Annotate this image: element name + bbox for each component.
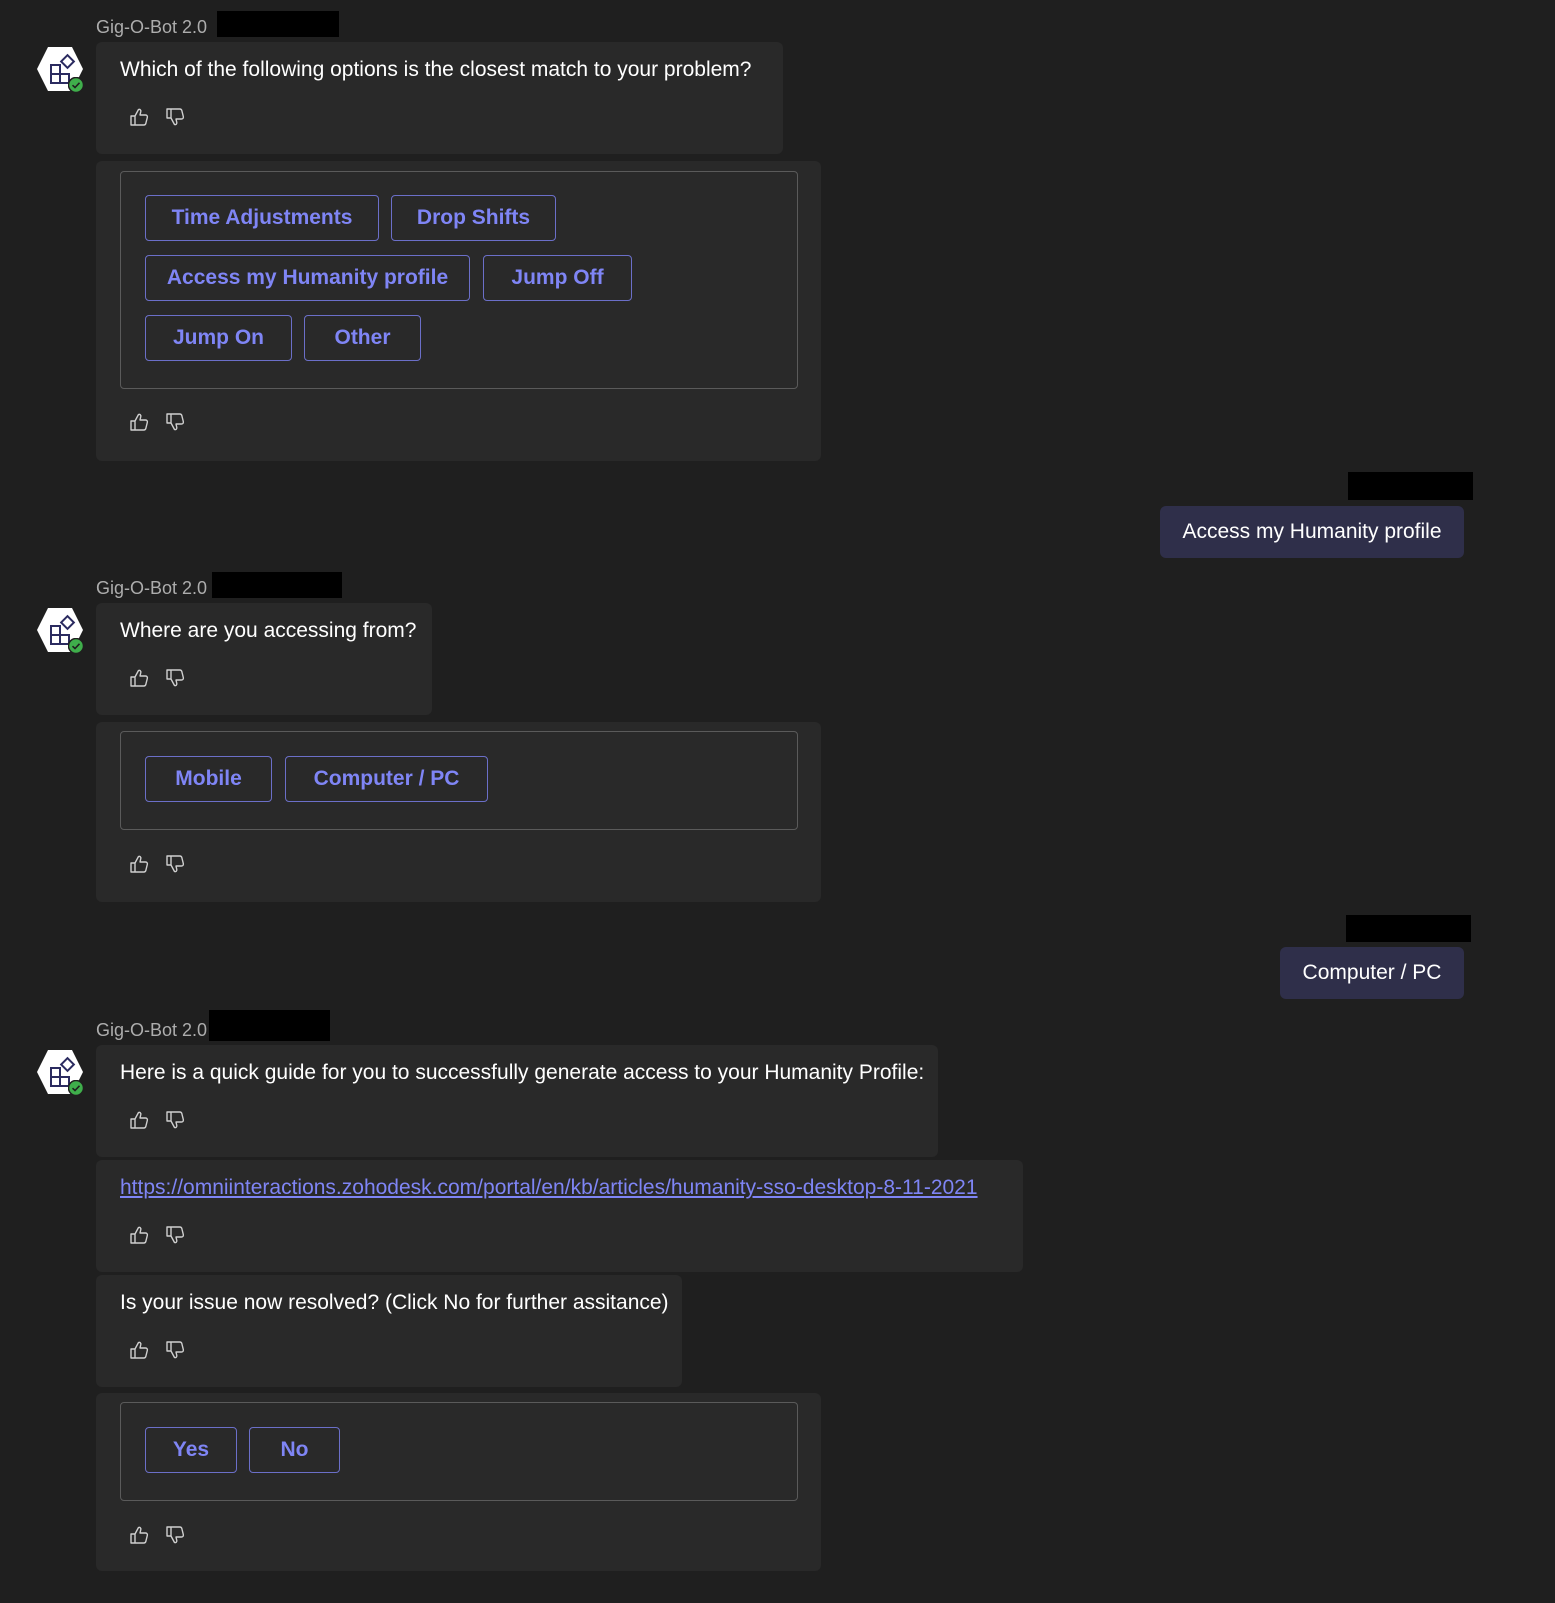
thumbs-down-icon[interactable]: [164, 1224, 186, 1246]
message-reactions: [128, 667, 186, 689]
thumbs-up-icon[interactable]: [128, 1224, 150, 1246]
thumbs-up-icon[interactable]: [128, 853, 150, 875]
message-text: Here is a quick guide for you to success…: [120, 1061, 925, 1084]
option-mobile[interactable]: Mobile: [145, 756, 272, 802]
bot-avatar[interactable]: [36, 606, 84, 654]
presence-available-icon: [68, 1080, 84, 1096]
option-computer-pc[interactable]: Computer / PC: [285, 756, 488, 802]
option-jump-off[interactable]: Jump Off: [483, 255, 632, 301]
thumbs-up-icon[interactable]: [128, 667, 150, 689]
thumbs-up-icon[interactable]: [128, 1109, 150, 1131]
card-reactions: [128, 411, 186, 433]
adaptive-card: Time Adjustments Drop Shifts Access my H…: [96, 161, 821, 461]
option-time-adjustments[interactable]: Time Adjustments: [145, 195, 379, 241]
user-message: Access my Humanity profile: [1160, 506, 1464, 558]
thumbs-down-icon[interactable]: [164, 1339, 186, 1361]
thumbs-down-icon[interactable]: [164, 1524, 186, 1546]
presence-available-icon: [68, 77, 84, 93]
bot-message: Which of the following options is the cl…: [96, 42, 783, 154]
message-text: Where are you accessing from?: [120, 619, 417, 642]
message-text: Is your issue now resolved? (Click No fo…: [120, 1291, 669, 1314]
bot-avatar[interactable]: [36, 1048, 84, 1096]
thumbs-down-icon[interactable]: [164, 106, 186, 128]
message-reactions: [128, 106, 186, 128]
bot-avatar[interactable]: [36, 45, 84, 93]
redacted-timestamp: [209, 1010, 330, 1041]
presence-available-icon: [68, 638, 84, 654]
message-text: Which of the following options is the cl…: [120, 58, 752, 81]
card-reactions: [128, 1524, 186, 1546]
message-reactions: [128, 1224, 186, 1246]
bot-message: Here is a quick guide for you to success…: [96, 1045, 938, 1157]
card-reactions: [128, 853, 186, 875]
option-drop-shifts[interactable]: Drop Shifts: [391, 195, 556, 241]
thumbs-down-icon[interactable]: [164, 411, 186, 433]
thumbs-up-icon[interactable]: [128, 1524, 150, 1546]
sender-name: Gig-O-Bot 2.0: [96, 578, 208, 598]
adaptive-card: Mobile Computer / PC: [96, 722, 821, 902]
redacted-timestamp: [1348, 472, 1473, 500]
thumbs-down-icon[interactable]: [164, 1109, 186, 1131]
message-reactions: [128, 1109, 186, 1131]
bot-message: Is your issue now resolved? (Click No fo…: [96, 1275, 682, 1387]
thumbs-up-icon[interactable]: [128, 106, 150, 128]
thumbs-down-icon[interactable]: [164, 667, 186, 689]
redacted-timestamp: [1346, 915, 1471, 942]
option-jump-on[interactable]: Jump On: [145, 315, 292, 361]
option-no[interactable]: No: [249, 1427, 340, 1473]
bot-message: Where are you accessing from?: [96, 603, 432, 715]
user-message: Computer / PC: [1280, 947, 1464, 999]
thumbs-down-icon[interactable]: [164, 853, 186, 875]
thumbs-up-icon[interactable]: [128, 411, 150, 433]
article-link[interactable]: https://omniinteractions.zohodesk.com/po…: [120, 1176, 978, 1200]
sender-name: Gig-O-Bot 2.0: [96, 1020, 208, 1040]
redacted-timestamp: [212, 572, 342, 598]
option-access-humanity-profile[interactable]: Access my Humanity profile: [145, 255, 470, 301]
bot-message: https://omniinteractions.zohodesk.com/po…: [96, 1160, 1023, 1272]
message-reactions: [128, 1339, 186, 1361]
thumbs-up-icon[interactable]: [128, 1339, 150, 1361]
option-yes[interactable]: Yes: [145, 1427, 237, 1473]
redacted-timestamp: [217, 11, 339, 37]
option-other[interactable]: Other: [304, 315, 421, 361]
adaptive-card: Yes No: [96, 1393, 821, 1571]
sender-name: Gig-O-Bot 2.0: [96, 17, 208, 37]
